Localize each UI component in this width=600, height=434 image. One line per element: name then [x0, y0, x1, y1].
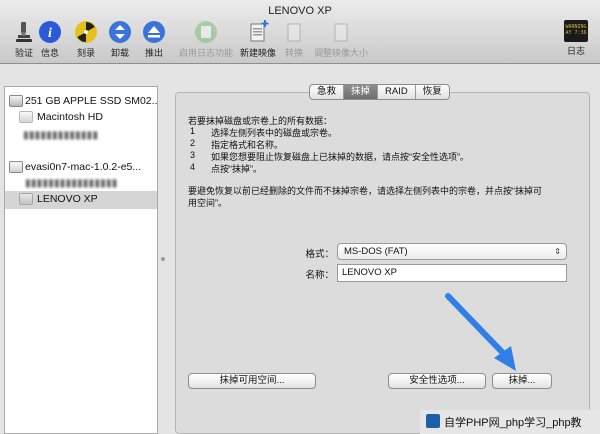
disk-utility-window: LENOVO XP 验证 i 信息 刻录 卸载 推出 启用日志功能 新建映像 转… — [0, 0, 600, 434]
watermark-text: 自学PHP网_php学习_php教 — [444, 417, 582, 429]
annotation-arrow — [445, 293, 516, 371]
watermark-logo-icon — [426, 414, 440, 428]
